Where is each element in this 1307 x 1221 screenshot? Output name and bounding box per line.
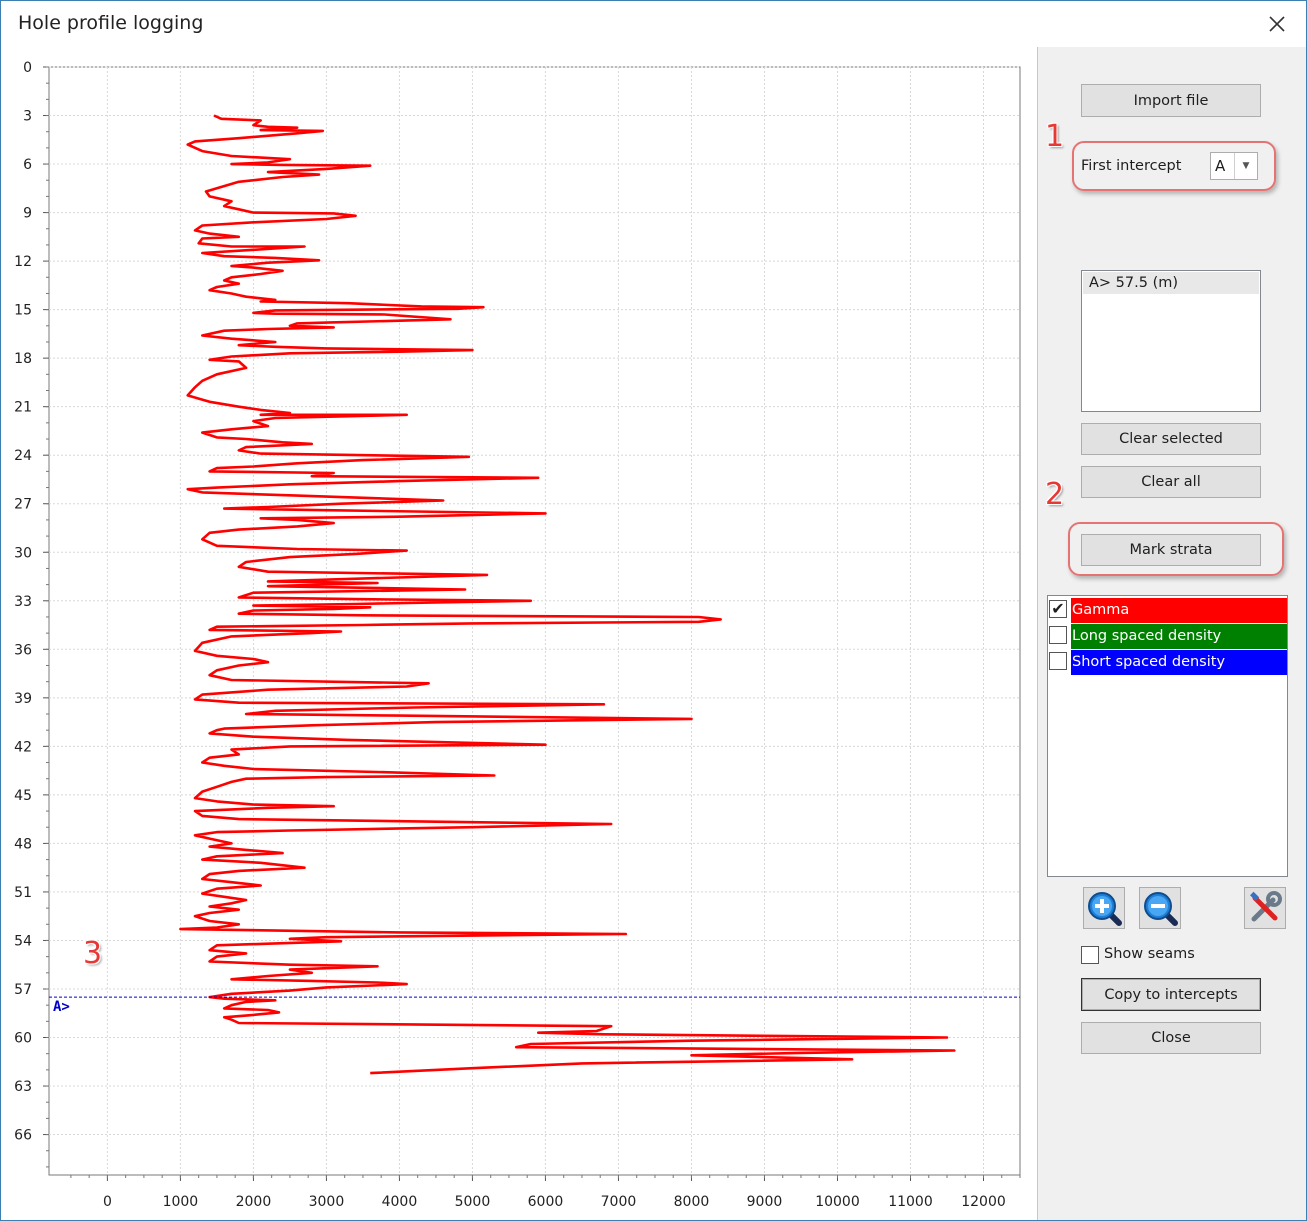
mark-strata-button[interactable]: Mark strata xyxy=(1081,534,1261,566)
clear-selected-button[interactable]: Clear selected xyxy=(1081,423,1261,455)
x-tick-label: 7000 xyxy=(601,1194,637,1210)
series-label-long-spaced-density: Long spaced density xyxy=(1071,624,1287,649)
first-intercept-select[interactable]: A ▼ xyxy=(1210,152,1258,180)
close-icon[interactable] xyxy=(1262,9,1292,39)
callout-1: 1 xyxy=(1045,119,1065,154)
x-tick-label: 1000 xyxy=(163,1194,199,1210)
series-checkbox-short-spaced-density[interactable] xyxy=(1049,652,1067,670)
zoom-in-button[interactable] xyxy=(1083,887,1125,929)
intercepts-list[interactable]: A> 57.5 (m) xyxy=(1081,270,1261,412)
show-seams-label: Show seams xyxy=(1104,946,1195,962)
y-tick-label: 0 xyxy=(23,60,32,76)
dropdown-arrow-icon[interactable]: ▼ xyxy=(1234,153,1257,179)
zoom-out-button[interactable] xyxy=(1139,887,1181,929)
copy-to-intercepts-button[interactable]: Copy to intercepts xyxy=(1081,978,1261,1011)
x-tick-label: 11000 xyxy=(888,1194,933,1210)
series-row-long-spaced-density[interactable]: Long spaced density xyxy=(1049,624,1289,649)
y-tick-label: 60 xyxy=(14,1031,32,1047)
hole-profile-window: Hole profile logging 0 3 6 9 12 15 18 21 24 27 30 3… xyxy=(0,0,1307,1221)
x-tick-label: 2000 xyxy=(236,1194,272,1210)
y-tick-label: 30 xyxy=(14,545,32,561)
intercept-marker-label: A> xyxy=(53,999,70,1015)
show-seams-checkbox[interactable] xyxy=(1081,946,1099,964)
zoom-out-icon xyxy=(1144,892,1178,926)
x-tick-label: 3000 xyxy=(309,1194,345,1210)
y-tick-label: 45 xyxy=(14,788,32,804)
callout-2: 2 xyxy=(1045,477,1065,512)
y-tick-label: 66 xyxy=(14,1128,32,1144)
y-tick-label: 15 xyxy=(14,303,32,319)
series-label-gamma: Gamma xyxy=(1071,598,1287,623)
y-tick-label: 9 xyxy=(23,206,32,222)
y-tick-label: 33 xyxy=(14,594,32,610)
series-checkbox-long-spaced-density[interactable] xyxy=(1049,626,1067,644)
log-chart[interactable]: 0369121518212427303336394245485154576063… xyxy=(1,47,1037,1220)
y-tick-label: 39 xyxy=(14,691,32,707)
y-tick-label: 42 xyxy=(14,739,32,755)
y-tick-label: 36 xyxy=(14,642,32,658)
series-list[interactable]: ✔ Gamma Long spaced density Short spaced… xyxy=(1047,595,1288,877)
close-button[interactable]: Close xyxy=(1081,1022,1261,1054)
series-row-short-spaced-density[interactable]: Short spaced density xyxy=(1049,650,1289,675)
y-tick-label: 12 xyxy=(14,254,32,270)
import-file-button[interactable]: Import file xyxy=(1081,84,1261,117)
x-tick-label: 6000 xyxy=(528,1194,564,1210)
tools-button[interactable] xyxy=(1244,887,1286,929)
x-tick-label: 9000 xyxy=(747,1194,783,1210)
x-tick-label: 4000 xyxy=(382,1194,418,1210)
y-tick-label: 57 xyxy=(14,982,32,998)
series-label-short-spaced-density: Short spaced density xyxy=(1071,650,1287,675)
y-tick-label: 54 xyxy=(14,933,32,949)
y-tick-label: 6 xyxy=(23,157,32,173)
clear-all-button[interactable]: Clear all xyxy=(1081,466,1261,498)
intercept-item[interactable]: A> 57.5 (m) xyxy=(1083,272,1259,294)
control-panel: Import file 1 First intercept A ▼ A> 57.… xyxy=(1038,47,1306,1220)
first-intercept-label: First intercept xyxy=(1081,158,1182,174)
series-checkbox-gamma[interactable]: ✔ xyxy=(1049,600,1067,618)
log-chart-area: 0 3 6 9 12 15 18 21 24 27 30 33 36 39 42 45 48 51 54 57 60 63… xyxy=(1,47,1038,1220)
zoom-in-icon xyxy=(1088,892,1122,926)
callout-3: 3 xyxy=(83,936,103,971)
y-tick-label: 18 xyxy=(14,351,32,367)
y-tick-label: 24 xyxy=(14,448,32,464)
y-tick-label: 21 xyxy=(14,400,32,416)
y-tick-label: 48 xyxy=(14,836,32,852)
x-tick-label: 12000 xyxy=(961,1194,1006,1210)
plot-frame xyxy=(48,66,1021,1176)
x-tick-label: 5000 xyxy=(455,1194,491,1210)
y-tick-label: 27 xyxy=(14,497,32,513)
x-tick-label: 0 xyxy=(103,1194,112,1210)
tools-icon xyxy=(1250,891,1282,922)
y-tick-label: 3 xyxy=(23,109,32,125)
y-tick-label: 51 xyxy=(14,885,32,901)
title-bar: Hole profile logging xyxy=(1,1,1306,47)
y-tick-label: 63 xyxy=(14,1079,32,1095)
window-title: Hole profile logging xyxy=(18,12,204,34)
x-tick-label: 10000 xyxy=(815,1194,860,1210)
first-intercept-value: A xyxy=(1215,157,1226,175)
series-row-gamma[interactable]: ✔ Gamma xyxy=(1049,598,1289,623)
x-tick-label: 8000 xyxy=(674,1194,710,1210)
